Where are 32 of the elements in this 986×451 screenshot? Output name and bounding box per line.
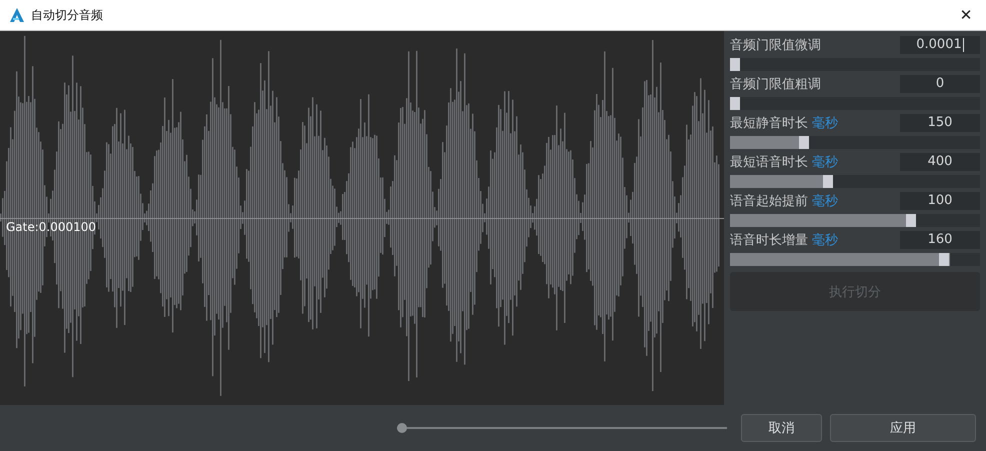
zoom-slider[interactable] — [397, 423, 727, 433]
value-field[interactable]: 0.0001 — [900, 36, 980, 54]
value-field[interactable]: 0 — [900, 74, 980, 92]
parameter-label: 语音起始提前 毫秒 — [730, 192, 838, 210]
slider-thumb[interactable] — [939, 253, 950, 266]
slider-track[interactable] — [730, 253, 980, 266]
parameter-label: 音频门限值粗调 — [730, 76, 821, 92]
slider-track[interactable] — [730, 214, 980, 227]
parameter-label: 音频门限值微调 — [730, 36, 821, 54]
window-title: 自动切分音频 — [31, 6, 104, 24]
value-field[interactable]: 150 — [900, 114, 980, 132]
slider-thumb[interactable] — [906, 214, 916, 227]
slider-thumb[interactable] — [730, 58, 740, 71]
gate-label: Gate:0.000100 — [6, 220, 96, 234]
app-logo-icon — [9, 7, 25, 23]
slider-track[interactable] — [730, 175, 980, 188]
value-field[interactable]: 400 — [900, 152, 980, 170]
slider-track[interactable] — [730, 136, 980, 149]
close-button[interactable]: ✕ — [946, 0, 986, 30]
slider-thumb[interactable] — [799, 136, 810, 149]
slider-thumb[interactable] — [730, 97, 740, 110]
cancel-button[interactable]: 取消 — [741, 414, 822, 442]
slider-track[interactable] — [730, 58, 980, 71]
value-field[interactable]: 160 — [900, 230, 980, 248]
parameter-label: 最短语音时长 毫秒 — [730, 154, 838, 170]
apply-button[interactable]: 应用 — [830, 414, 976, 442]
slider-track[interactable] — [730, 97, 980, 110]
parameter-label: 语音时长增量 毫秒 — [730, 232, 838, 248]
zoom-slider-thumb[interactable] — [397, 423, 407, 433]
parameter-label: 最短静音时长 毫秒 — [730, 114, 838, 132]
slider-thumb[interactable] — [822, 175, 833, 188]
value-field[interactable]: 100 — [900, 192, 980, 210]
